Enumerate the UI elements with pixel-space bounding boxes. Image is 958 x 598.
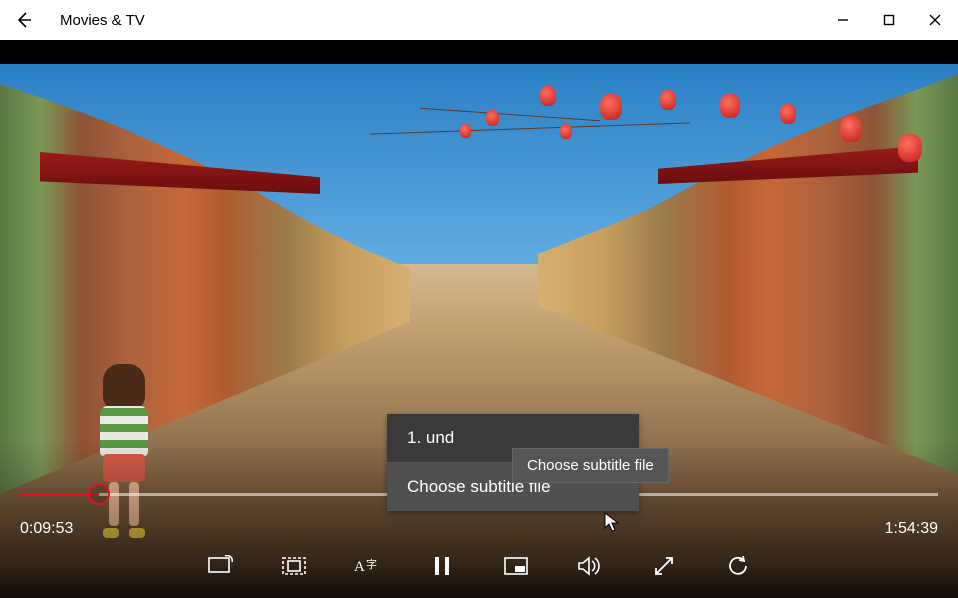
letterbox-top [0,40,958,64]
total-time: 1:54:39 [885,520,938,538]
video-player-area[interactable]: 1. und Choose subtitle file Choose subti… [0,64,958,598]
scene-lantern [560,124,572,139]
subtitles-button[interactable]: A 字 [352,550,384,582]
subtitle-menu-item-label: 1. und [407,428,454,447]
current-time: 0:09:53 [20,520,73,538]
maximize-icon [883,14,895,26]
close-button[interactable] [912,0,958,40]
back-button[interactable] [0,0,48,40]
volume-button[interactable] [574,550,606,582]
scene-lantern [600,94,622,120]
volume-icon [577,555,603,577]
scene-lantern [660,90,676,110]
window-controls [820,0,958,40]
scene-lantern [540,86,556,106]
subtitles-icon: A 字 [354,555,382,577]
repeat-icon [726,554,750,578]
cast-icon [207,555,233,577]
playback-controls: A 字 [0,542,958,590]
aspect-icon [281,555,307,577]
repeat-button[interactable] [722,550,754,582]
time-row: 0:09:53 1:54:39 [20,520,938,538]
tooltip: Choose subtitle file [512,448,669,483]
maximize-button[interactable] [866,0,912,40]
scene-lantern [486,110,499,126]
scene-lantern [840,116,862,142]
minimize-button[interactable] [820,0,866,40]
mini-view-button[interactable] [500,550,532,582]
scene-lantern [898,134,922,162]
play-pause-button[interactable] [426,550,458,582]
aspect-ratio-button[interactable] [278,550,310,582]
svg-text:A: A [354,559,365,575]
mini-view-icon [503,556,529,576]
fullscreen-icon [653,555,675,577]
fullscreen-button[interactable] [648,550,680,582]
seek-thumb[interactable] [88,483,110,505]
minimize-icon [837,14,849,26]
close-icon [929,14,941,26]
svg-text:字: 字 [366,557,377,571]
scene-lantern [780,104,796,124]
tooltip-text: Choose subtitle file [527,457,654,474]
scene-lantern [460,124,471,138]
titlebar: Movies & TV [0,0,958,40]
pause-icon [432,555,452,577]
app-title: Movies & TV [60,12,145,29]
back-arrow-icon [15,11,33,29]
cast-button[interactable] [204,550,236,582]
scene-lantern [720,94,740,118]
